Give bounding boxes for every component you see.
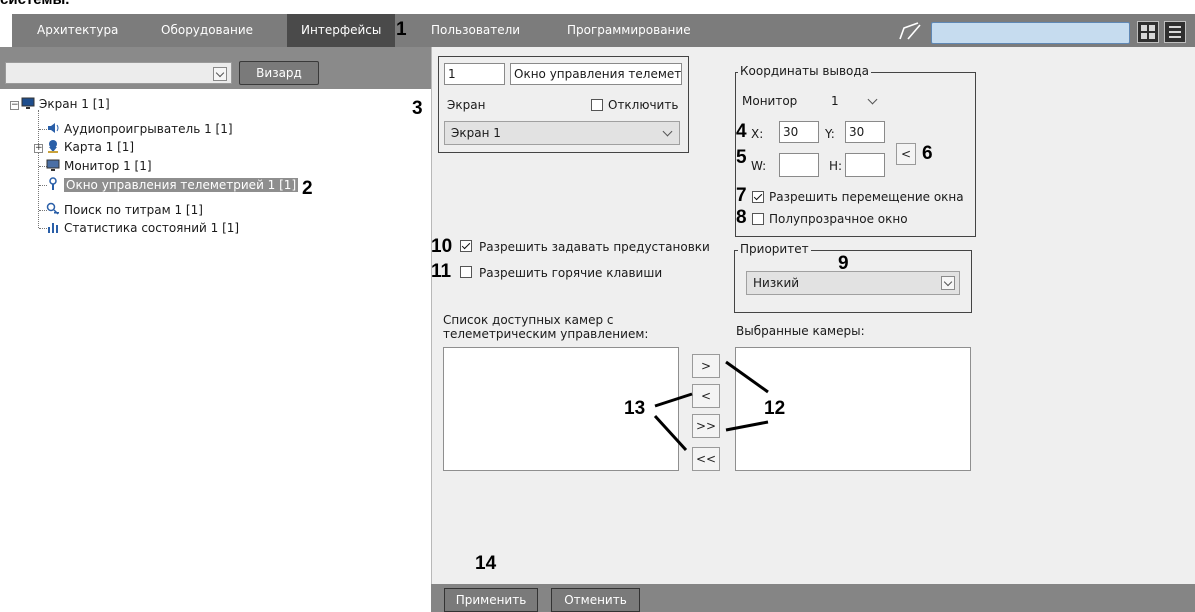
apply-button[interactable]: Применить [444, 588, 538, 612]
tree-item-screen[interactable]: Экран 1 [1] [21, 95, 110, 113]
collapse-icon[interactable]: − [10, 101, 19, 110]
telemetry-icon [49, 177, 57, 190]
translucent-label: Полупрозрачное окно [769, 212, 908, 226]
tree-item-label: Карта 1 [1] [64, 140, 135, 154]
monitor-select[interactable]: 1 [824, 89, 885, 113]
priority-title: Приоритет [738, 242, 811, 256]
fit-coordinates-button[interactable]: < [896, 143, 916, 165]
callout-4: 4 [736, 121, 747, 142]
allow-hotkeys-label: Разрешить горячие клавиши [479, 266, 663, 280]
callout-5: 5 [736, 147, 747, 168]
chevron-down-icon [213, 67, 227, 81]
list-icon [1169, 26, 1181, 38]
search-icon [46, 202, 59, 215]
tree-item-title-search[interactable]: Поиск по титрам 1 [1] [46, 201, 203, 219]
selected-cameras-title: Выбранные камеры: [736, 324, 865, 338]
menu-button[interactable] [1164, 21, 1186, 43]
wizard-button[interactable]: Визард [239, 61, 319, 85]
tree-item-telemetry-window[interactable]: Окно управления телеметрией 1 [1] [46, 176, 299, 194]
stats-icon [48, 223, 58, 233]
tab-equipment[interactable]: Оборудование [147, 14, 267, 47]
screen-label: Экран [447, 98, 486, 112]
translucent-checkbox[interactable] [752, 213, 764, 225]
priority-select[interactable]: Низкий [746, 271, 960, 295]
h-field[interactable] [845, 153, 885, 177]
x-field[interactable]: 30 [779, 121, 819, 143]
tree-item-label: Монитор 1 [1] [64, 159, 152, 173]
callout-6: 6 [922, 143, 933, 164]
allow-move-checkbox[interactable] [752, 191, 764, 203]
callout-2: 2 [302, 178, 313, 199]
y-label: Y: [825, 127, 835, 141]
callout-13: 13 [624, 398, 646, 419]
search-input[interactable] [931, 22, 1130, 44]
allow-move-label: Разрешить перемещение окна [769, 190, 964, 204]
monitor-icon [21, 97, 35, 109]
tree-item-label: Аудиопроигрыватель 1 [1] [64, 122, 233, 136]
disable-checkbox[interactable] [591, 99, 603, 111]
pen-icon[interactable] [896, 19, 924, 43]
allow-presets-label: Разрешить задавать предустановки [479, 240, 710, 254]
object-name-field[interactable]: Окно управления телеметр [510, 63, 682, 85]
monitor-select-value: 1 [831, 94, 839, 108]
callout-11: 11 [431, 261, 452, 282]
callout-10: 10 [431, 236, 453, 257]
tree-item-map[interactable]: Карта 1 [1] [46, 138, 134, 156]
y-field[interactable]: 30 [845, 121, 885, 143]
tab-interfaces[interactable]: Интерфейсы [287, 14, 396, 47]
coordinates-title: Координаты вывода [738, 64, 872, 78]
w-field[interactable] [779, 153, 819, 177]
x-label: X: [751, 127, 764, 141]
allow-presets-checkbox[interactable] [460, 240, 472, 252]
screen-select[interactable]: Экран 1 [444, 121, 680, 145]
callout-7: 7 [736, 185, 747, 206]
tree-item-monitor[interactable]: Монитор 1 [1] [46, 157, 152, 175]
h-label: H: [829, 159, 843, 173]
grid-view-button[interactable] [1137, 21, 1159, 43]
tab-programming[interactable]: Программирование [553, 14, 705, 47]
speaker-icon [48, 123, 59, 133]
disable-label: Отключить [608, 98, 679, 112]
bottom-action-bar [431, 584, 1195, 612]
page-caption: системы. [0, 0, 69, 8]
chevron-down-icon [941, 276, 955, 290]
expand-icon[interactable]: + [34, 144, 43, 153]
tree-item-label: Экран 1 [1] [39, 97, 110, 111]
callout-3: 3 [412, 98, 423, 119]
callout-12: 12 [764, 398, 786, 419]
monitor-label: Монитор [742, 94, 798, 108]
allow-hotkeys-checkbox[interactable] [460, 266, 472, 278]
grid-icon [1141, 25, 1155, 39]
tree-item-label: Статистика состояний 1 [1] [64, 221, 240, 235]
object-type-select[interactable] [5, 62, 232, 84]
callout-14: 14 [475, 553, 497, 574]
monitor-icon [46, 159, 60, 171]
callout-8: 8 [736, 207, 747, 228]
tab-architecture[interactable]: Архитектура [23, 14, 132, 47]
cancel-button[interactable]: Отменить [551, 588, 640, 612]
tree-item-label: Поиск по титрам 1 [1] [64, 203, 203, 217]
object-id-field[interactable]: 1 [444, 63, 505, 85]
priority-select-value: Низкий [753, 276, 800, 290]
tree-item-label: Окно управления телеметрией 1 [1] [64, 178, 299, 192]
map-pin-icon [48, 140, 58, 153]
screen-select-value: Экран 1 [451, 126, 501, 140]
tree-item-audio-player[interactable]: Аудиопроигрыватель 1 [1] [46, 120, 233, 138]
tab-users[interactable]: Пользователи [417, 14, 534, 47]
w-label: W: [751, 159, 767, 173]
available-cameras-title: Список доступных камер с телеметрическим… [443, 313, 649, 341]
callout-1: 1 [396, 19, 407, 40]
tree-item-state-stats[interactable]: Статистика состояний 1 [1] [46, 219, 239, 237]
